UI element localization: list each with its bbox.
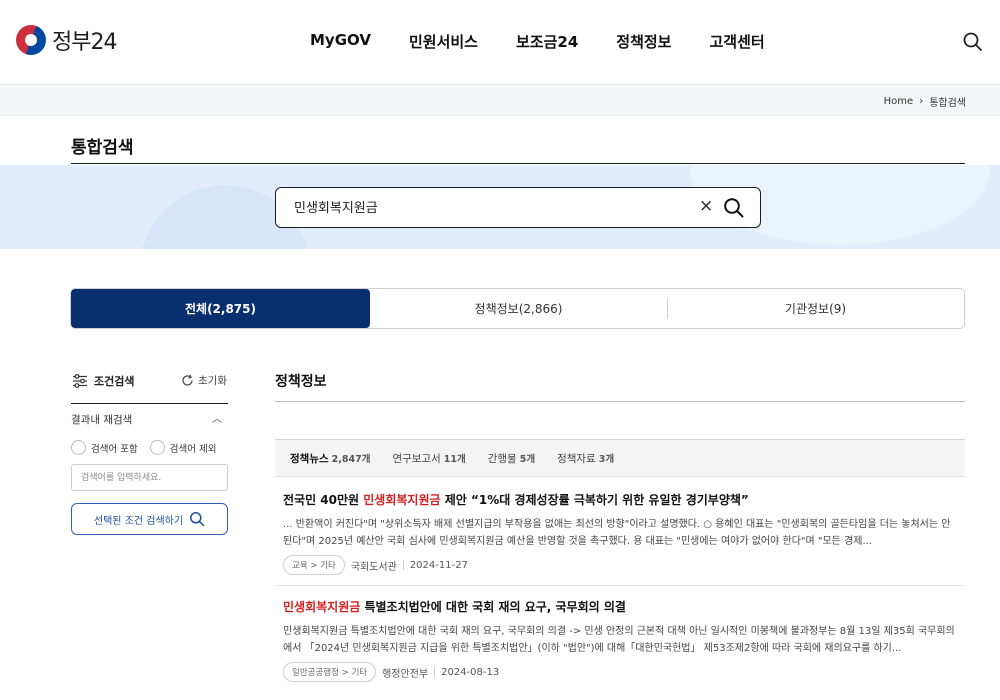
result-date: 2024-08-13 (441, 666, 500, 678)
header-search-icon[interactable] (962, 31, 984, 53)
category-chip[interactable]: 교육 > 기타 (283, 555, 345, 575)
subtab-count: 3개 (598, 453, 615, 465)
meta-separator (402, 560, 404, 570)
title-text: 전국민 40만원 (283, 493, 364, 507)
title-divider (71, 163, 965, 164)
refine-title: 결과내 재검색 (71, 414, 133, 426)
title-text: 특별조치법안에 대한 국회 재의 요구, 국무회의 의결 (360, 600, 626, 614)
apply-filter-button[interactable]: 선택된 조건 검색하기 (71, 503, 228, 535)
global-header: 정부24 MyGOV 민원서비스 보조금24 정책정보 고객센터 (0, 0, 1000, 85)
subtab-label: 연구보고서 (392, 452, 441, 465)
subtab-count: 2,847개 (331, 453, 371, 465)
result-meta: 교육 > 기타 국회도서관 2024-11-27 (283, 555, 958, 575)
breadcrumb: Home › 통합검색 (884, 94, 966, 109)
logo-text: 정부24 (52, 30, 117, 55)
taegeuk-logo-icon (16, 25, 46, 55)
radio-include[interactable]: 검색어 포함 (71, 440, 138, 455)
filter-divider (71, 403, 228, 404)
refresh-icon (182, 374, 193, 386)
refine-search-input[interactable] (71, 464, 228, 491)
search-box: × (275, 187, 761, 228)
search-input[interactable] (294, 199, 674, 214)
breadcrumb-bar: Home › 통합검색 (0, 85, 1000, 116)
result-date: 2024-11-27 (409, 559, 468, 571)
result-divider (275, 585, 965, 586)
subtab-policy-materials[interactable]: 정책자료 3개 (557, 451, 614, 466)
category-chip[interactable]: 일반공공행정 > 기타 (283, 662, 377, 682)
filter-header: 조건검색 초기화 (72, 373, 227, 389)
title-text: 제안 “1%대 경제성장률 극복하기 위한 유일한 경기부양책” (440, 493, 749, 507)
refine-options: 검색어 포함 검색어 제외 (71, 440, 216, 455)
subtab-label: 간행물 (487, 452, 517, 465)
subtab-count: 5개 (519, 453, 536, 465)
chevron-up-icon[interactable]: ︿ (212, 410, 222, 425)
tab-agency-info[interactable]: 기관정보(9) (667, 289, 964, 328)
clear-icon[interactable]: × (699, 196, 713, 216)
title-highlight: 민생회복지원금 (283, 600, 361, 614)
page-title: 통합검색 (71, 138, 134, 158)
radio-exclude-label: 검색어 제외 (169, 443, 217, 455)
subtab-publications[interactable]: 간행물 5개 (488, 451, 535, 466)
search-submit-icon[interactable] (723, 197, 745, 219)
reset-label: 초기화 (198, 375, 227, 387)
chevron-right-icon: › (919, 96, 924, 107)
title-highlight: 민생회복지원금 (363, 493, 441, 507)
result-agency: 국회도서관 (350, 561, 397, 573)
result-title[interactable]: 민생회복지원금 특별조치법안에 대한 국회 재의 요구, 국무회의 의결 (283, 598, 958, 615)
section-title: 정책정보 (275, 374, 327, 390)
result-meta: 일반공공행정 > 기타 행정안전부 2024-08-13 (283, 662, 958, 682)
sub-tabs: 정책뉴스 2,847개 연구보고서 11개 간행물 5개 정책자료 3개 (275, 439, 965, 477)
result-title[interactable]: 전국민 40만원 민생회복지원금 제안 “1%대 경제성장률 극복하기 위한 유… (283, 491, 958, 508)
tab-all[interactable]: 전체(2,875) (71, 289, 370, 328)
subtab-research-reports[interactable]: 연구보고서 11개 (392, 451, 465, 466)
nav-item-civil-service[interactable]: 민원서비스 (409, 31, 478, 52)
reset-button[interactable]: 초기화 (181, 373, 227, 388)
apply-filter-label: 선택된 조건 검색하기 (93, 515, 184, 527)
nav-item-mygov[interactable]: MyGOV (310, 31, 371, 52)
subtab-policy-news[interactable]: 정책뉴스 2,847개 (290, 451, 370, 466)
category-tabs: 전체(2,875) 정책정보(2,866) 기관정보(9) (70, 288, 965, 329)
filter-title: 조건검색 (94, 375, 135, 388)
breadcrumb-current: 통합검색 (929, 98, 966, 109)
nav-item-customer-center[interactable]: 고객센터 (709, 31, 764, 52)
meta-separator (434, 667, 436, 677)
radio-include-label: 검색어 포함 (91, 443, 138, 455)
subtab-label: 정책뉴스 (290, 452, 329, 465)
breadcrumb-home[interactable]: Home (884, 96, 914, 107)
radio-exclude[interactable]: 검색어 제외 (149, 440, 217, 455)
result-agency: 행정안전부 (382, 668, 429, 680)
section-divider (275, 401, 965, 402)
nav-item-policy-info[interactable]: 정책정보 (616, 31, 671, 52)
result-snippet: ... 반환액이 커진다"며 "상위소득자 배제 선별지급의 부작용을 없애는 … (283, 519, 951, 547)
result-item: 전국민 40만원 민생회복지원금 제안 “1%대 경제성장률 극복하기 위한 유… (283, 491, 958, 575)
search-icon (190, 512, 205, 527)
nav-item-subsidy24[interactable]: 보조금24 (516, 31, 578, 52)
subtab-label: 정책자료 (557, 452, 596, 465)
radio-circle[interactable] (71, 440, 86, 455)
result-snippet: 민생회복지원금 특별조치법안에 대한 국회 재의 요구, 국무회의 의결 -> … (283, 626, 955, 654)
tab-policy-info[interactable]: 정책정보(2,866) (370, 289, 667, 328)
main-nav: MyGOV 민원서비스 보조금24 정책정보 고객센터 (310, 31, 803, 52)
site-logo[interactable]: 정부24 (16, 24, 117, 56)
result-item: 민생회복지원금 특별조치법안에 대한 국회 재의 요구, 국무회의 의결 민생회… (283, 598, 958, 682)
subtab-count: 11개 (443, 453, 466, 465)
radio-circle[interactable] (149, 440, 165, 455)
filter-sliders-icon (73, 374, 87, 388)
